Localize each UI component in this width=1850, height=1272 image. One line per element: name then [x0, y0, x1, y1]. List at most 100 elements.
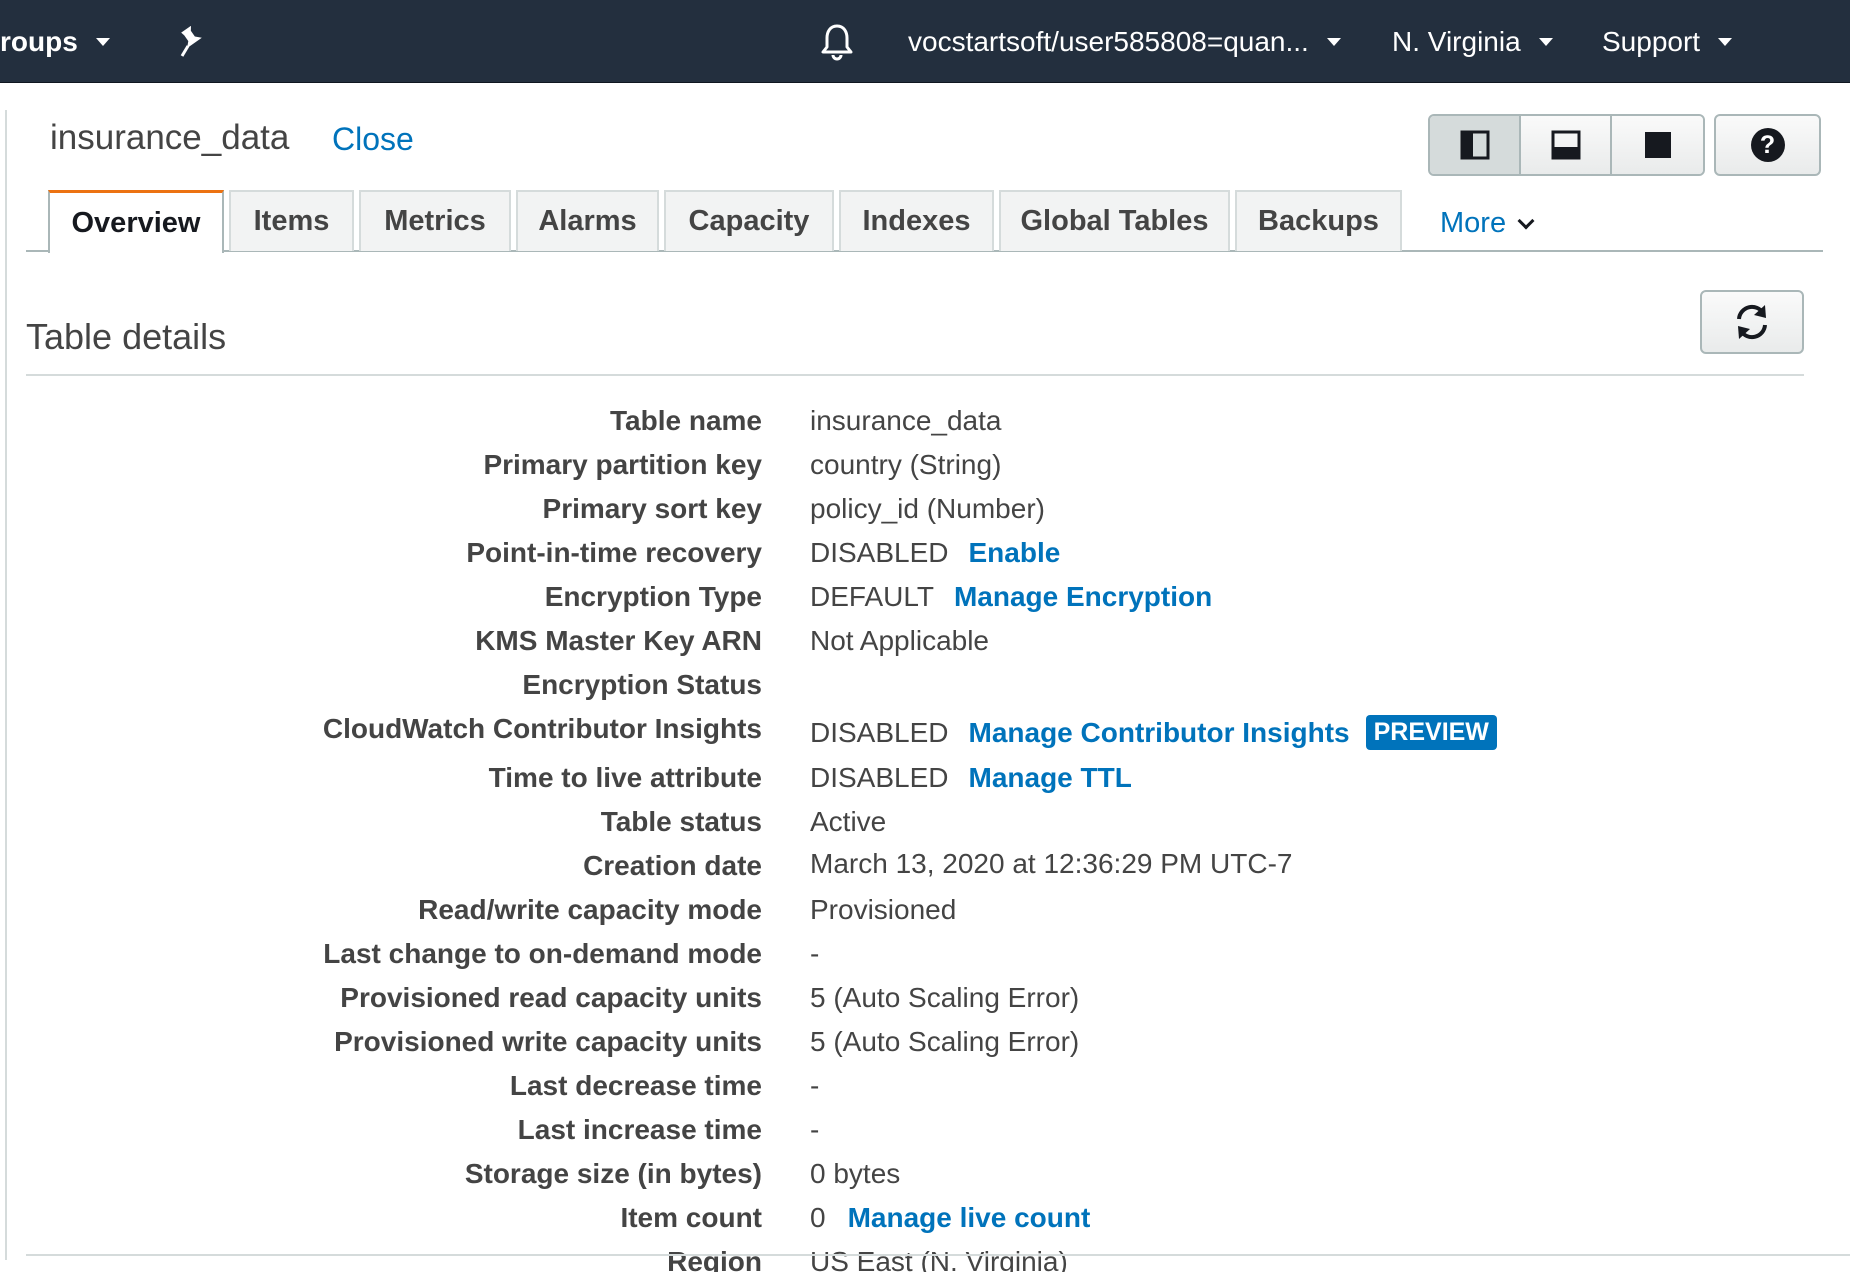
detail-value-text: -: [810, 1114, 820, 1145]
detail-value-text: DISABLED: [810, 762, 949, 793]
detail-row-table-name: Table name insurance_data: [0, 405, 1850, 449]
detail-row-sort-key: Primary sort key policy_id (Number): [0, 493, 1850, 537]
manage-contributor-insights-link[interactable]: Manage Contributor Insights: [969, 717, 1350, 749]
detail-value-text: DEFAULT: [810, 581, 934, 612]
detail-value: 0 bytes: [810, 1158, 900, 1190]
split-vertical-view-button[interactable]: [1430, 116, 1521, 174]
detail-value: -: [810, 1070, 819, 1102]
detail-row-partition-key: Primary partition key country (String): [0, 449, 1850, 493]
detail-label: Encryption Type: [544, 581, 762, 612]
detail-row-last-change-on-demand: Last change to on-demand mode -: [0, 938, 1850, 982]
detail-value: Provisioned: [810, 894, 956, 926]
detail-value-text: US East (N. Virginia): [810, 1246, 1068, 1272]
chevron-down-icon: [1517, 212, 1535, 229]
account-menu[interactable]: vocstartsoft/user585808=quan...: [908, 0, 1341, 83]
detail-value: DISABLED Manage Contributor Insights PRE…: [810, 715, 1497, 750]
detail-label: Table status: [600, 806, 762, 837]
layout-toggle-group: [1428, 114, 1705, 176]
detail-value-text: 0: [810, 1202, 826, 1233]
detail-row-read-capacity: Provisioned read capacity units 5 (Auto …: [0, 982, 1850, 1026]
detail-value: 5 (Auto Scaling Error): [810, 1026, 1079, 1058]
tab-alarms[interactable]: Alarms: [516, 190, 659, 251]
panel-bottom-border: [26, 1254, 1850, 1256]
detail-row-encryption-type: Encryption Type DEFAULT Manage Encryptio…: [0, 581, 1850, 625]
enable-pitr-link[interactable]: Enable: [969, 537, 1061, 569]
detail-label: Creation date: [583, 850, 762, 881]
pin-button[interactable]: [176, 0, 206, 83]
caret-down-icon: [1718, 37, 1733, 46]
caret-down-icon: [1326, 37, 1341, 46]
caret-down-icon: [95, 37, 110, 46]
detail-label: Storage size (in bytes): [464, 1158, 762, 1189]
split-horizontal-view-button[interactable]: [1521, 116, 1612, 174]
table-title: insurance_data: [50, 118, 290, 157]
more-tabs-menu[interactable]: More: [1440, 207, 1535, 240]
detail-label: Provisioned read capacity units: [340, 982, 762, 1013]
tab-indexes[interactable]: Indexes: [839, 190, 994, 251]
help-button[interactable]: ?: [1714, 114, 1821, 176]
section-divider: [26, 374, 1804, 376]
region-menu[interactable]: N. Virginia: [1392, 0, 1553, 83]
detail-label: Read/write capacity mode: [418, 894, 762, 925]
manage-encryption-link[interactable]: Manage Encryption: [954, 581, 1212, 613]
detail-label: Last change to on-demand mode: [323, 938, 762, 969]
detail-label: Provisioned write capacity units: [334, 1026, 762, 1057]
detail-row-last-decrease: Last decrease time -: [0, 1070, 1850, 1114]
manage-ttl-link[interactable]: Manage TTL: [969, 762, 1132, 794]
detail-value: policy_id (Number): [810, 493, 1045, 525]
detail-row-ttl: Time to live attribute DISABLED Manage T…: [0, 762, 1850, 806]
detail-value-text: DISABLED: [810, 716, 949, 748]
detail-value: DEFAULT Manage Encryption: [810, 581, 1212, 613]
close-link[interactable]: Close: [332, 121, 414, 158]
refresh-button[interactable]: [1700, 290, 1804, 354]
detail-row-storage-size: Storage size (in bytes) 0 bytes: [0, 1158, 1850, 1202]
detail-label: Primary partition key: [483, 449, 762, 480]
resource-groups-label: roups: [0, 25, 78, 57]
more-tabs-label: More: [1440, 207, 1507, 239]
detail-value: insurance_data: [810, 405, 1001, 437]
resource-groups-menu[interactable]: roups: [0, 0, 110, 83]
detail-label: KMS Master Key ARN: [475, 625, 762, 656]
support-label: Support: [1602, 25, 1701, 57]
account-label: vocstartsoft/user585808=quan...: [908, 25, 1309, 57]
detail-value-text: Provisioned: [810, 894, 957, 925]
tab-items[interactable]: Items: [229, 190, 354, 251]
detail-row-creation-date: Creation date March 13, 2020 at 12:36:29…: [0, 848, 1850, 894]
detail-value: country (String): [810, 449, 1001, 481]
manage-live-count-link[interactable]: Manage live count: [848, 1202, 1091, 1234]
notifications-button[interactable]: [820, 0, 854, 83]
detail-value-text: insurance_data: [810, 405, 1002, 436]
detail-label: Time to live attribute: [488, 762, 762, 793]
detail-row-contributor-insights: CloudWatch Contributor Insights DISABLED…: [0, 713, 1850, 757]
preview-badge: PREVIEW: [1365, 715, 1497, 750]
help-icon: ?: [1750, 128, 1785, 162]
detail-value-text: 0 bytes: [810, 1158, 901, 1189]
detail-label: Point-in-time recovery: [466, 537, 762, 568]
full-view-button[interactable]: [1612, 116, 1703, 174]
split-horizontal-icon: [1551, 130, 1580, 160]
tab-overview[interactable]: Overview: [48, 190, 224, 253]
tab-global-tables[interactable]: Global Tables: [999, 190, 1230, 251]
detail-label: Encryption Status: [522, 669, 762, 700]
detail-row-region: Region US East (N. Virginia): [0, 1246, 1850, 1272]
detail-value: 0 Manage live count: [810, 1202, 1090, 1234]
region-label: N. Virginia: [1392, 25, 1521, 57]
detail-row-item-count: Item count 0 Manage live count: [0, 1202, 1850, 1246]
detail-label: Table name: [610, 405, 762, 436]
detail-row-region-partial: Region US East (N. Virginia): [0, 1246, 1850, 1272]
tab-capacity[interactable]: Capacity: [664, 190, 834, 251]
support-menu[interactable]: Support: [1602, 0, 1733, 83]
detail-value-text: Active: [810, 806, 887, 837]
refresh-icon: [1737, 304, 1767, 340]
detail-label: Last decrease time: [509, 1070, 762, 1101]
tab-metrics[interactable]: Metrics: [359, 190, 511, 251]
detail-row-write-capacity: Provisioned write capacity units 5 (Auto…: [0, 1026, 1850, 1070]
caret-down-icon: [1538, 37, 1553, 46]
detail-value-text: country (String): [810, 449, 1002, 480]
detail-value: US East (N. Virginia): [810, 1246, 1068, 1272]
detail-value: -: [810, 1114, 819, 1146]
detail-label: Region: [667, 1246, 762, 1272]
tab-backups[interactable]: Backups: [1235, 190, 1402, 251]
detail-label: CloudWatch Contributor Insights: [322, 713, 762, 744]
detail-row-kms-arn: KMS Master Key ARN Not Applicable: [0, 625, 1850, 669]
